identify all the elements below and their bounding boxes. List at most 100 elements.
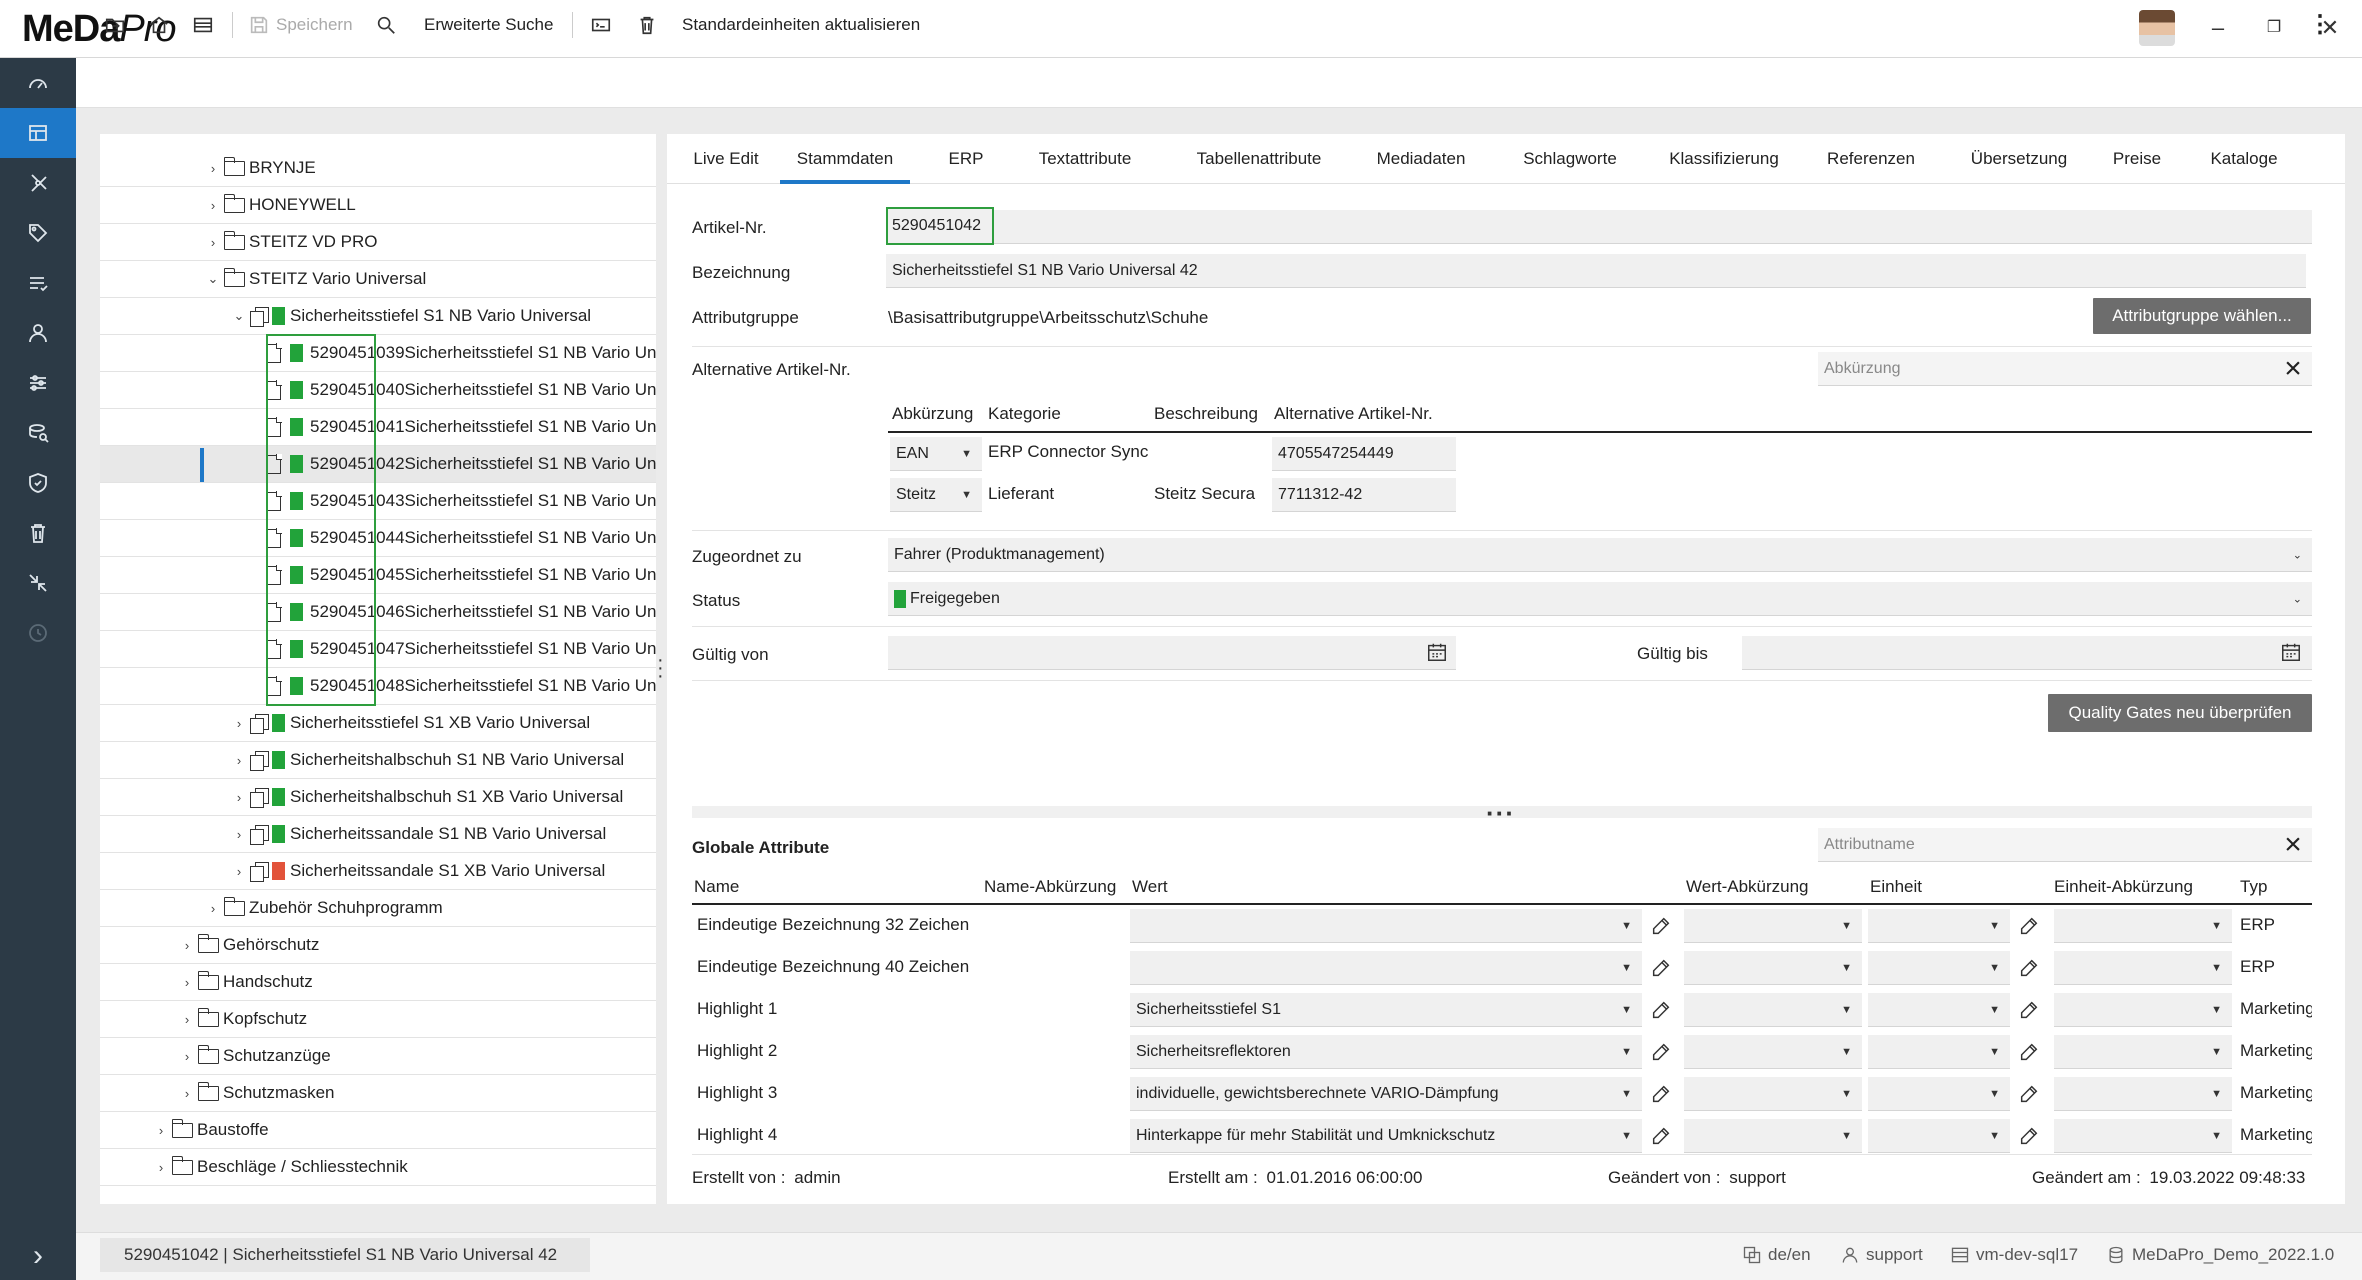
chevron-right-icon[interactable]: › [232,753,246,768]
tree-folder-row[interactable]: › Gehörschutz [100,927,656,964]
chevron-right-icon[interactable]: › [154,1160,168,1175]
sidebar-trash[interactable] [0,508,76,558]
export-button[interactable] [590,0,612,50]
alt-filter-clear-icon[interactable]: × [2278,354,2308,384]
splitter-handle-icon[interactable]: ··· [1486,798,1515,829]
tree-variant-group[interactable]: › Sicherheitshalbschuh S1 NB Vario Univer… [100,742,656,779]
sidebar-dashboard[interactable] [0,58,76,108]
ga-unit-select[interactable]: ▼ [1868,1035,2010,1069]
status-select[interactable]: Freigegeben ⌄ [888,582,2312,616]
chevron-right-icon[interactable]: › [180,1049,194,1064]
tree-folder-row[interactable]: › STEITZ VD PRO [100,224,656,261]
tree-folder-row[interactable]: › Kopfschutz [100,1001,656,1038]
chevron-right-icon[interactable]: › [232,790,246,805]
tree-article-row[interactable]: 5290451040 Sicherheitsstiefel S1 NB Vario… [100,372,656,409]
tab-erp[interactable]: ERP [944,134,988,184]
chevron-down-icon[interactable]: ⌄ [232,308,246,324]
tab-live-edit[interactable]: Live Edit [692,134,760,184]
edit-pencil-icon[interactable] [2018,1083,2040,1105]
ga-value-abbr-select[interactable]: ▼ [1684,1035,1862,1069]
delete-button[interactable] [636,0,658,50]
tree-folder-row[interactable]: › BRYNJE [100,150,656,187]
tree-article-row[interactable]: 5290451046 Sicherheitsstiefel S1 NB Vario… [100,594,656,631]
tree-article-row[interactable]: 5290451047 Sicherheitsstiefel S1 NB Vario… [100,631,656,668]
tab-übersetzung[interactable]: Übersetzung [1960,134,2078,184]
list-view-button[interactable] [192,0,214,50]
chevron-right-icon[interactable]: › [206,901,220,916]
more-menu-icon[interactable]: ⋮ [2308,0,2332,50]
sidebar-tasks[interactable] [0,258,76,308]
tab-tabellenattribute[interactable]: Tabellenattribute [1184,134,1334,184]
ga-unit-abbr-select[interactable]: ▼ [2054,1119,2232,1153]
attribute-filter-clear-icon[interactable]: × [2278,830,2308,860]
chevron-right-icon[interactable]: › [180,1086,194,1101]
tree-article-row[interactable]: 5290451042 Sicherheitsstiefel S1 NB Vario… [100,446,656,483]
sidebar-articles[interactable] [0,108,76,158]
minimize-button[interactable]: – [2198,8,2238,48]
ga-unit-select[interactable]: ▼ [1868,1119,2010,1153]
valid-from-input[interactable] [888,636,1456,670]
chevron-right-icon[interactable]: › [206,235,220,250]
attrgroup-select-button[interactable]: Attributgruppe wählen... [2093,298,2311,334]
assigned-select[interactable]: Fahrer (Produktmanagement) ⌄ [888,538,2312,572]
home-button[interactable] [148,0,170,50]
tree-variant-group[interactable]: › Sicherheitsstiefel S1 XB Vario Universa… [100,705,656,742]
restore-button[interactable]: ❐ [2254,8,2294,48]
tab-schlagworte[interactable]: Schlagworte [1512,134,1628,184]
update-units-button[interactable]: Standardeinheiten aktualisieren [682,0,920,50]
ga-value-select[interactable]: ▼ [1130,909,1642,943]
edit-pencil-icon[interactable] [2018,957,2040,979]
sidebar-security[interactable] [0,458,76,508]
alt-altno-field[interactable]: 4705547254449 [1272,437,1456,471]
chevron-right-icon[interactable]: › [206,161,220,176]
ga-unit-abbr-select[interactable]: ▼ [2054,993,2232,1027]
sidebar-users[interactable] [0,308,76,358]
user-indicator[interactable]: support [1840,1242,1923,1268]
ga-value-select[interactable]: ▼ [1130,951,1642,985]
user-avatar[interactable] [2139,10,2175,46]
edit-pencil-icon[interactable] [1650,957,1672,979]
chevron-right-icon[interactable]: › [180,938,194,953]
edit-pencil-icon[interactable] [1650,1041,1672,1063]
edit-pencil-icon[interactable] [1650,915,1672,937]
chevron-right-icon[interactable]: › [232,716,246,731]
tab-klassifizierung[interactable]: Klassifizierung [1658,134,1790,184]
tree-variant-group[interactable]: › Sicherheitssandale S1 XB Vario Universa… [100,853,656,890]
tree-article-row[interactable]: 5290451048 Sicherheitsstiefel S1 NB Vario… [100,668,656,705]
ga-unit-abbr-select[interactable]: ▼ [2054,1035,2232,1069]
tree-article-row[interactable]: 5290451043 Sicherheitsstiefel S1 NB Vario… [100,483,656,520]
ga-unit-abbr-select[interactable]: ▼ [2054,951,2232,985]
calendar-icon[interactable] [1426,641,1448,663]
ga-value-select[interactable]: Hinterkappe für mehr Stabilität und Umkn… [1130,1119,1642,1153]
new-folder-button[interactable] [104,0,126,50]
tab-referenzen[interactable]: Referenzen [1818,134,1924,184]
tree-folder-row[interactable]: › Baustoffe [100,1112,656,1149]
tree-folder-row[interactable]: › Zubehör Schuhprogramm [100,890,656,927]
chevron-down-icon[interactable]: ⌄ [206,271,220,287]
designation-field[interactable]: Sicherheitsstiefel S1 NB Vario Universal… [886,254,2306,288]
edit-pencil-icon[interactable] [2018,1125,2040,1147]
tree-folder-row[interactable]: › Beschläge / Schliesstechnik [100,1149,656,1186]
alt-filter-input[interactable]: Abkürzung [1818,352,2312,386]
edit-pencil-icon[interactable] [2018,1041,2040,1063]
advanced-search-button[interactable]: Erweiterte Suche [424,0,553,50]
ga-unit-abbr-select[interactable]: ▼ [2054,1077,2232,1111]
tree-folder-row[interactable]: › Handschutz [100,964,656,1001]
chevron-right-icon[interactable]: › [180,1012,194,1027]
tree-variant-group[interactable]: › Sicherheitshalbschuh S1 XB Vario Univer… [100,779,656,816]
edit-pencil-icon[interactable] [1650,1125,1672,1147]
edit-pencil-icon[interactable] [2018,999,2040,1021]
sidebar-search-db[interactable] [0,408,76,458]
valid-to-input[interactable] [1742,636,2312,670]
alt-altno-field[interactable]: 7711312-42 [1272,478,1456,512]
ga-unit-select[interactable]: ▼ [1868,951,2010,985]
search-button[interactable] [375,0,397,50]
tree-article-row[interactable]: 5290451041 Sicherheitsstiefel S1 NB Vario… [100,409,656,446]
ga-unit-select[interactable]: ▼ [1868,1077,2010,1111]
chevron-right-icon[interactable]: › [154,1123,168,1138]
tab-kataloge[interactable]: Kataloge [2204,134,2284,184]
chevron-right-icon[interactable]: › [206,198,220,213]
ga-value-select[interactable]: Sicherheitsstiefel S1 ▼ [1130,993,1642,1027]
tree-article-row[interactable]: 5290451045 Sicherheitsstiefel S1 NB Vario… [100,557,656,594]
ga-unit-select[interactable]: ▼ [1868,909,2010,943]
